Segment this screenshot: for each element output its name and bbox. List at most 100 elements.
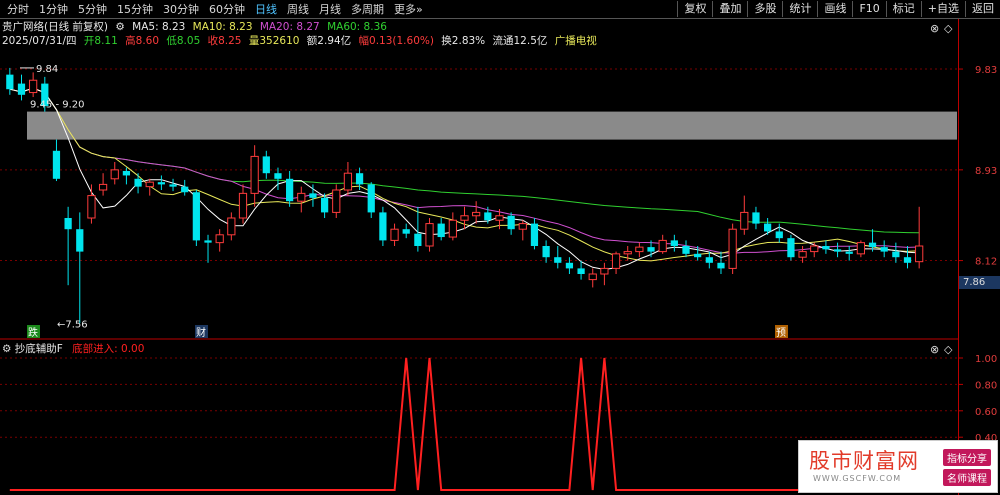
candle-body bbox=[740, 211, 749, 230]
candle-body bbox=[623, 251, 632, 255]
indicator-name: 抄底辅助F bbox=[14, 343, 63, 355]
candle-body bbox=[355, 173, 364, 185]
indicator-gear-icon[interactable]: ⚙ bbox=[2, 343, 11, 355]
candle-body bbox=[110, 169, 119, 180]
candle-body bbox=[320, 197, 329, 213]
price-chart[interactable]: 9.83 8.93 8.12 9.84 ←7.56 9.45 - 9.20 跌 财 预 1.00 0… bbox=[0, 0, 1000, 495]
candle-body bbox=[274, 173, 282, 179]
candle-body bbox=[833, 249, 842, 252]
candle-body bbox=[309, 193, 317, 198]
candle-body bbox=[390, 228, 399, 241]
candle-body bbox=[262, 156, 270, 174]
watermark-url: WWW.GSCFW.COM bbox=[813, 474, 902, 483]
candle-body bbox=[460, 215, 469, 221]
candle-body bbox=[705, 257, 713, 263]
candle-body bbox=[448, 219, 457, 238]
candle-body bbox=[286, 178, 294, 202]
candle-body bbox=[204, 240, 212, 243]
candle-body bbox=[670, 240, 678, 246]
event-marker-yu: 预 bbox=[776, 327, 786, 339]
watermark-title: 股市财富网 bbox=[809, 449, 919, 473]
candle-body bbox=[577, 268, 585, 274]
candle-body bbox=[472, 211, 481, 217]
price-tick-label: 9.83 bbox=[975, 65, 997, 76]
candle-body bbox=[635, 246, 644, 253]
candle-body bbox=[554, 257, 562, 263]
candle-body bbox=[694, 253, 702, 258]
candle-body bbox=[611, 253, 621, 269]
candle-body bbox=[343, 172, 353, 191]
indicator-tick-label: 1.00 bbox=[975, 354, 997, 365]
candle-body bbox=[495, 215, 504, 221]
candle-body bbox=[367, 184, 375, 213]
candle-body bbox=[856, 242, 865, 255]
candle-body bbox=[717, 262, 725, 269]
candle-body bbox=[181, 186, 189, 193]
candle-body bbox=[647, 247, 655, 252]
candle-body bbox=[250, 155, 259, 194]
candle-body bbox=[507, 215, 515, 230]
candle-body bbox=[518, 223, 527, 230]
candle-body bbox=[822, 246, 830, 250]
candle-body bbox=[600, 267, 609, 275]
candle-body bbox=[588, 273, 597, 281]
candle-body bbox=[76, 229, 84, 252]
candle-body bbox=[903, 257, 912, 263]
candle-body bbox=[868, 242, 877, 248]
candle-body bbox=[227, 217, 236, 236]
candle-body bbox=[169, 184, 177, 187]
candle-body bbox=[64, 218, 72, 230]
candle-body bbox=[52, 150, 61, 179]
candle-body bbox=[892, 251, 900, 258]
indicator-value: 底部进入: 0.00 bbox=[72, 343, 145, 355]
candle-body bbox=[880, 247, 888, 252]
candle-body bbox=[6, 74, 14, 90]
candle-body bbox=[87, 195, 96, 219]
candle-body bbox=[530, 223, 539, 246]
candle-body bbox=[542, 246, 550, 258]
candle-body bbox=[332, 189, 341, 213]
candle-body bbox=[122, 170, 131, 176]
site-watermark: 股市财富网 WWW.GSCFW.COM 指标分享 名师课程 bbox=[798, 440, 998, 493]
candle-body bbox=[379, 212, 387, 241]
candle-body bbox=[845, 251, 853, 254]
support-band bbox=[27, 111, 957, 140]
high-price-label: 9.84 bbox=[36, 64, 58, 75]
right-axis-line bbox=[958, 19, 959, 495]
candle-body bbox=[810, 245, 819, 253]
candle-body bbox=[915, 245, 924, 263]
price-tick-label: 8.93 bbox=[975, 166, 997, 177]
candle-body bbox=[752, 212, 760, 224]
indicator-tick-label: 0.80 bbox=[975, 380, 997, 391]
candle-body bbox=[145, 181, 154, 188]
indicator-header: ⚙ 抄底辅助F 底部进入: 0.00 bbox=[2, 342, 144, 356]
candle-body bbox=[192, 192, 200, 241]
candle-body bbox=[29, 79, 38, 94]
event-marker-die: 跌 bbox=[28, 326, 38, 339]
candle-body bbox=[17, 83, 26, 95]
current-price-tag: 7.86 bbox=[959, 276, 1000, 289]
candle-body bbox=[414, 233, 422, 246]
indicator-tick-label: 0.60 bbox=[975, 407, 997, 418]
candle-body bbox=[98, 183, 108, 191]
candle-body bbox=[728, 228, 737, 269]
candle-body bbox=[565, 262, 574, 269]
candle-body bbox=[484, 212, 492, 221]
price-tick-label: 8.12 bbox=[975, 257, 997, 268]
candle-body bbox=[763, 223, 772, 232]
watermark-tag-share: 指标分享 bbox=[943, 449, 991, 466]
event-marker-cai: 财 bbox=[196, 326, 206, 339]
low-price-label: ←7.56 bbox=[57, 319, 88, 330]
candle-body bbox=[775, 231, 783, 239]
candle-body bbox=[402, 229, 410, 234]
candle-body bbox=[787, 238, 795, 258]
candle-body bbox=[238, 192, 248, 219]
indicator-signal-line bbox=[9, 357, 920, 491]
candle-body bbox=[215, 234, 224, 244]
candle-body bbox=[798, 251, 807, 258]
candle-body bbox=[437, 223, 445, 238]
candle-body bbox=[425, 223, 434, 247]
watermark-tag-course: 名师课程 bbox=[943, 469, 991, 486]
candle-body bbox=[682, 246, 690, 254]
candle-body bbox=[297, 192, 306, 202]
